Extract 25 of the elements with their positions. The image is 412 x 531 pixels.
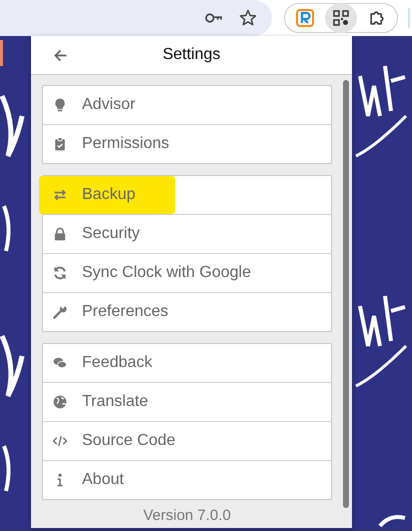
- menu-item[interactable]: About: [43, 460, 331, 499]
- back-arrow-icon[interactable]: [52, 47, 69, 64]
- menu-item[interactable]: Permissions: [43, 124, 331, 163]
- clipboard-check-icon: [52, 136, 68, 152]
- scrollbar[interactable]: [343, 80, 349, 508]
- menu-item[interactable]: Feedback: [43, 344, 331, 382]
- popup-title: Settings: [162, 46, 220, 64]
- menu-item[interactable]: Translate: [43, 382, 331, 421]
- sync-icon: [52, 265, 68, 281]
- swap-arrows-icon: [52, 187, 68, 203]
- qr-code-button[interactable]: [325, 3, 357, 33]
- star-icon[interactable]: [238, 8, 258, 28]
- menu-item[interactable]: Source Code: [43, 421, 331, 460]
- menu-item[interactable]: Preferences: [43, 292, 331, 331]
- version-text: Version 7.0.0: [142, 507, 232, 525]
- r-logo-icon[interactable]: [295, 8, 315, 28]
- globe-icon: [52, 394, 68, 410]
- wrench-icon: [52, 304, 68, 320]
- lock-icon: [52, 226, 68, 242]
- code-icon: [52, 433, 68, 449]
- menu-item[interactable]: Sync Clock with Google: [43, 253, 331, 292]
- menu-item[interactable]: Security: [43, 214, 331, 253]
- menu-item[interactable]: Advisor: [43, 86, 331, 124]
- qr-code-icon: [331, 8, 351, 28]
- menu-item[interactable]: Backup: [43, 176, 331, 214]
